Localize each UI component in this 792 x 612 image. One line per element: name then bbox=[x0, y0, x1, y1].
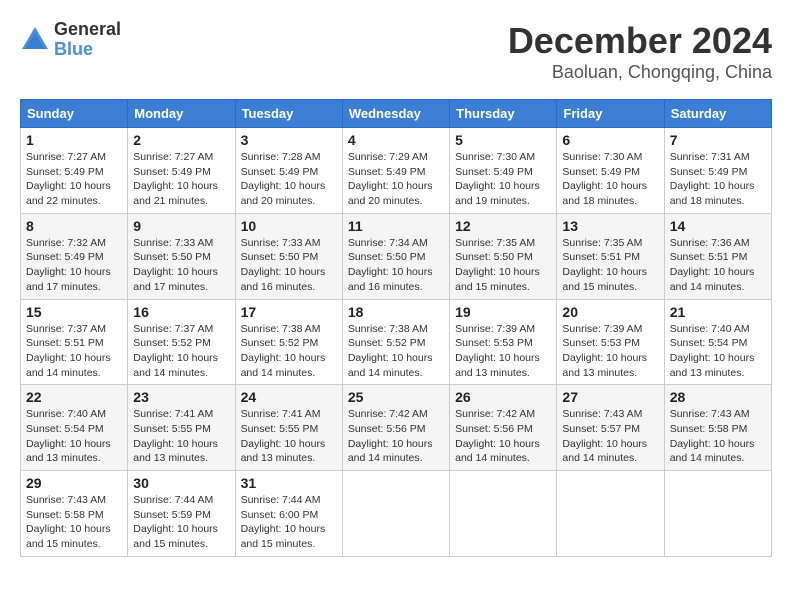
title-area: December 2024 Baoluan, Chongqing, China bbox=[508, 20, 772, 83]
calendar-table: Sunday Monday Tuesday Wednesday Thursday… bbox=[20, 99, 772, 557]
table-row: 30Sunrise: 7:44 AMSunset: 5:59 PMDayligh… bbox=[128, 471, 235, 557]
table-row: 9Sunrise: 7:33 AMSunset: 5:50 PMDaylight… bbox=[128, 213, 235, 299]
table-row: 1Sunrise: 7:27 AMSunset: 5:49 PMDaylight… bbox=[21, 128, 128, 214]
week-row: 22Sunrise: 7:40 AMSunset: 5:54 PMDayligh… bbox=[21, 385, 772, 471]
table-row: 21Sunrise: 7:40 AMSunset: 5:54 PMDayligh… bbox=[664, 299, 771, 385]
month-title: December 2024 bbox=[508, 20, 772, 62]
table-row bbox=[450, 471, 557, 557]
table-row: 29Sunrise: 7:43 AMSunset: 5:58 PMDayligh… bbox=[21, 471, 128, 557]
table-row: 20Sunrise: 7:39 AMSunset: 5:53 PMDayligh… bbox=[557, 299, 664, 385]
table-row: 16Sunrise: 7:37 AMSunset: 5:52 PMDayligh… bbox=[128, 299, 235, 385]
logo: General Blue bbox=[20, 20, 121, 60]
header-tuesday: Tuesday bbox=[235, 100, 342, 128]
header-row: Sunday Monday Tuesday Wednesday Thursday… bbox=[21, 100, 772, 128]
logo-general: General bbox=[54, 19, 121, 39]
table-row: 6Sunrise: 7:30 AMSunset: 5:49 PMDaylight… bbox=[557, 128, 664, 214]
week-row: 1Sunrise: 7:27 AMSunset: 5:49 PMDaylight… bbox=[21, 128, 772, 214]
table-row: 31Sunrise: 7:44 AMSunset: 6:00 PMDayligh… bbox=[235, 471, 342, 557]
table-row: 14Sunrise: 7:36 AMSunset: 5:51 PMDayligh… bbox=[664, 213, 771, 299]
table-row: 26Sunrise: 7:42 AMSunset: 5:56 PMDayligh… bbox=[450, 385, 557, 471]
table-row: 7Sunrise: 7:31 AMSunset: 5:49 PMDaylight… bbox=[664, 128, 771, 214]
table-row: 24Sunrise: 7:41 AMSunset: 5:55 PMDayligh… bbox=[235, 385, 342, 471]
table-row: 28Sunrise: 7:43 AMSunset: 5:58 PMDayligh… bbox=[664, 385, 771, 471]
table-row: 8Sunrise: 7:32 AMSunset: 5:49 PMDaylight… bbox=[21, 213, 128, 299]
header-friday: Friday bbox=[557, 100, 664, 128]
table-row: 27Sunrise: 7:43 AMSunset: 5:57 PMDayligh… bbox=[557, 385, 664, 471]
location-title: Baoluan, Chongqing, China bbox=[508, 62, 772, 83]
header-sunday: Sunday bbox=[21, 100, 128, 128]
table-row: 5Sunrise: 7:30 AMSunset: 5:49 PMDaylight… bbox=[450, 128, 557, 214]
table-row: 13Sunrise: 7:35 AMSunset: 5:51 PMDayligh… bbox=[557, 213, 664, 299]
table-row bbox=[664, 471, 771, 557]
table-row: 15Sunrise: 7:37 AMSunset: 5:51 PMDayligh… bbox=[21, 299, 128, 385]
table-row: 18Sunrise: 7:38 AMSunset: 5:52 PMDayligh… bbox=[342, 299, 449, 385]
header-wednesday: Wednesday bbox=[342, 100, 449, 128]
table-row: 11Sunrise: 7:34 AMSunset: 5:50 PMDayligh… bbox=[342, 213, 449, 299]
table-row: 23Sunrise: 7:41 AMSunset: 5:55 PMDayligh… bbox=[128, 385, 235, 471]
table-row: 25Sunrise: 7:42 AMSunset: 5:56 PMDayligh… bbox=[342, 385, 449, 471]
header-thursday: Thursday bbox=[450, 100, 557, 128]
table-row: 19Sunrise: 7:39 AMSunset: 5:53 PMDayligh… bbox=[450, 299, 557, 385]
table-row: 17Sunrise: 7:38 AMSunset: 5:52 PMDayligh… bbox=[235, 299, 342, 385]
table-row: 12Sunrise: 7:35 AMSunset: 5:50 PMDayligh… bbox=[450, 213, 557, 299]
week-row: 8Sunrise: 7:32 AMSunset: 5:49 PMDaylight… bbox=[21, 213, 772, 299]
table-row: 2Sunrise: 7:27 AMSunset: 5:49 PMDaylight… bbox=[128, 128, 235, 214]
header-saturday: Saturday bbox=[664, 100, 771, 128]
table-row: 4Sunrise: 7:29 AMSunset: 5:49 PMDaylight… bbox=[342, 128, 449, 214]
week-row: 15Sunrise: 7:37 AMSunset: 5:51 PMDayligh… bbox=[21, 299, 772, 385]
table-row bbox=[557, 471, 664, 557]
table-row: 3Sunrise: 7:28 AMSunset: 5:49 PMDaylight… bbox=[235, 128, 342, 214]
header-monday: Monday bbox=[128, 100, 235, 128]
week-row: 29Sunrise: 7:43 AMSunset: 5:58 PMDayligh… bbox=[21, 471, 772, 557]
table-row: 10Sunrise: 7:33 AMSunset: 5:50 PMDayligh… bbox=[235, 213, 342, 299]
table-row bbox=[342, 471, 449, 557]
logo-blue: Blue bbox=[54, 39, 93, 59]
logo-icon bbox=[20, 25, 50, 55]
table-row: 22Sunrise: 7:40 AMSunset: 5:54 PMDayligh… bbox=[21, 385, 128, 471]
header: General Blue December 2024 Baoluan, Chon… bbox=[20, 20, 772, 83]
